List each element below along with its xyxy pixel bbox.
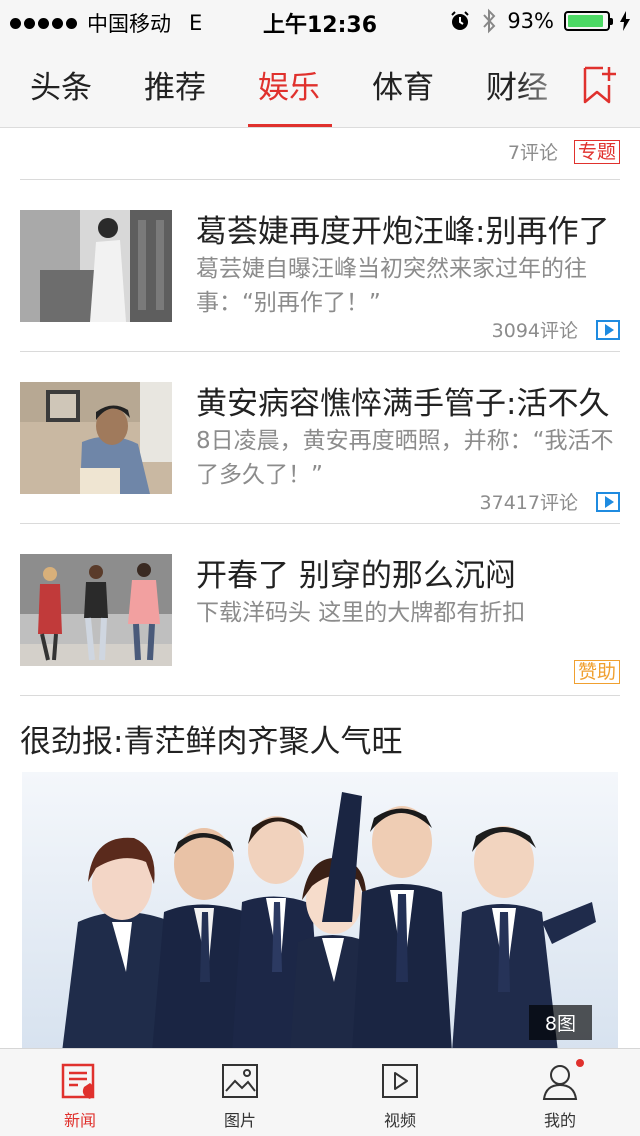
nav-news[interactable]: 新闻 (40, 1061, 120, 1131)
comment-count: 7评论 (507, 142, 558, 164)
comment-count: 37417评论 (479, 492, 578, 514)
news-icon (61, 1063, 95, 1099)
tab-headlines[interactable]: 头条 (30, 62, 92, 107)
video-badge-icon (596, 319, 620, 340)
battery-icon (564, 11, 613, 31)
nav-profile[interactable]: 我的 (520, 1059, 600, 1131)
ad-summary: 下载洋码头 这里的大牌都有折扣 (196, 600, 526, 626)
sponsored-item[interactable]: 开春了 别穿的那么沉闷 下载洋码头 这里的大牌都有折扣 赞助 (0, 524, 640, 694)
notification-dot (576, 1059, 584, 1067)
picture-icon (222, 1064, 258, 1098)
news-summary: 8日凌晨，黄安再度晒照，并称：“我活不了多久了！” (196, 428, 614, 488)
bottom-navigation: 新闻 图片 视频 我的 (0, 1048, 640, 1136)
status-bar: 中国移动 E 上午12:36 93% (0, 0, 640, 40)
previous-item-meta: 7评论 专题 (508, 138, 620, 165)
tab-scroll-fade (516, 40, 586, 126)
nav-video[interactable]: 视频 (360, 1061, 440, 1131)
ad-title: 开春了 别穿的那么沉闷 (196, 558, 516, 594)
news-feed[interactable]: 7评论 专题 葛荟婕再度开炮汪峰:别再作了 葛芸婕自曝汪峰当初突然来家过年的往事… (0, 128, 640, 1048)
ad-thumbnail (20, 554, 172, 666)
news-item[interactable]: 葛荟婕再度开炮汪峰:别再作了 葛芸婕自曝汪峰当初突然来家过年的往事：“别再作了！… (0, 180, 640, 350)
tab-sports[interactable]: 体育 (372, 62, 434, 107)
comment-count: 3094评论 (491, 320, 578, 342)
news-title: 黄安病容憔悴满手管子:活不久 (196, 386, 610, 422)
tab-recommended[interactable]: 推荐 (144, 62, 206, 107)
nav-pictures[interactable]: 图片 (200, 1061, 280, 1131)
user-icon (542, 1065, 578, 1100)
tab-entertainment[interactable]: 娱乐 (258, 62, 320, 107)
news-title: 葛荟婕再度开炮汪峰:别再作了 (196, 214, 610, 250)
news-summary: 葛芸婕自曝汪峰当初突然来家过年的往事：“别再作了！” (196, 256, 587, 316)
photo-count-badge: 8图 (528, 1005, 592, 1040)
news-thumbnail (20, 382, 172, 494)
nav-pictures-label: 图片 (223, 1111, 256, 1130)
news-thumbnail (20, 210, 172, 322)
photo-set-title[interactable]: 很劲报:青茫鲜肉齐聚人气旺 (20, 716, 402, 761)
battery-fill (568, 15, 604, 27)
nav-profile-label: 我的 (543, 1111, 576, 1130)
divider (20, 695, 620, 696)
charging-icon (620, 11, 630, 31)
nav-news-label: 新闻 (63, 1111, 96, 1130)
sponsored-badge: 赞助 (573, 660, 620, 684)
photo-set-image[interactable]: 8图 (22, 772, 618, 1048)
nav-video-label: 视频 (383, 1111, 416, 1130)
alarm-icon (451, 11, 470, 30)
bluetooth-icon (483, 8, 496, 34)
category-tab-bar: 头条 推荐 娱乐 体育 财经 (0, 40, 640, 128)
add-channel-icon[interactable] (582, 65, 618, 105)
news-item[interactable]: 黄安病容憔悴满手管子:活不久 8日凌晨，黄安再度晒照，并称：“我活不了多久了！”… (0, 352, 640, 522)
active-tab-indicator (248, 124, 332, 127)
video-badge-icon (596, 491, 620, 512)
topic-badge: 专题 (573, 139, 620, 164)
battery-percent: 93% (507, 9, 554, 33)
video-icon (382, 1064, 418, 1098)
